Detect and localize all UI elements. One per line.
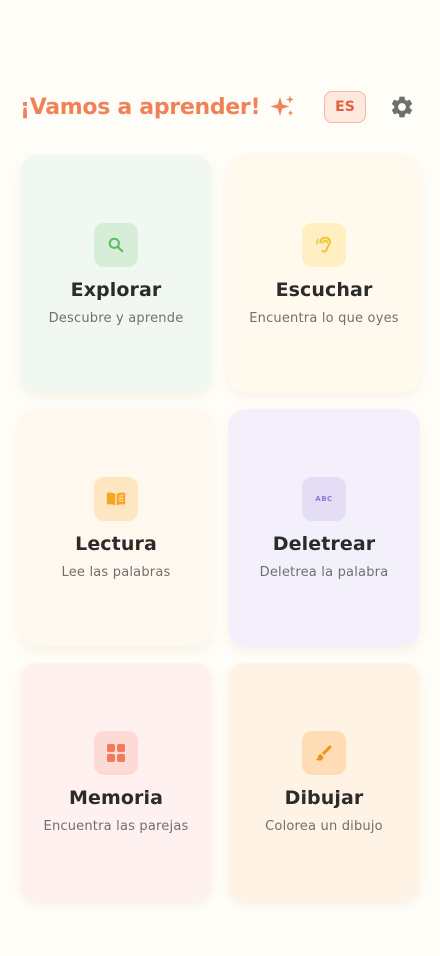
icon-tile: [94, 223, 138, 267]
gear-icon: [391, 96, 413, 118]
card-title: Escuchar: [275, 279, 373, 301]
search-icon: [108, 237, 124, 253]
card-title: Deletrear: [272, 533, 376, 555]
book-icon: [106, 492, 126, 506]
card-subtitle: Encuentra lo que oyes: [249, 311, 399, 326]
settings-button[interactable]: [388, 93, 416, 121]
card-subtitle: Lee las palabras: [61, 565, 171, 580]
language-label: ES: [335, 99, 355, 115]
card-title: Lectura: [75, 533, 157, 555]
language-button[interactable]: ES: [324, 91, 366, 123]
sparkles-icon: [270, 94, 296, 120]
card-subtitle: Deletrea la palabra: [259, 565, 389, 580]
card-subtitle: Descubre y aprende: [48, 311, 184, 326]
card-title: Dibujar: [284, 787, 364, 809]
icon-tile: [94, 731, 138, 775]
ear-icon: [315, 236, 331, 253]
grid-icon: [107, 744, 125, 762]
card-dibujar[interactable]: Dibujar Colorea un dibujo: [228, 663, 420, 901]
brush-icon: [316, 745, 332, 761]
card-subtitle: Encuentra las parejas: [43, 819, 189, 834]
card-title: Memoria: [68, 787, 164, 809]
card-subtitle: Colorea un dibujo: [265, 819, 383, 834]
card-explorar[interactable]: Explorar Descubre y aprende: [20, 155, 212, 393]
card-escuchar[interactable]: Escuchar Encuentra lo que oyes: [228, 155, 420, 393]
abc-icon: ABC: [315, 495, 333, 503]
icon-tile: [302, 223, 346, 267]
card-deletrear[interactable]: ABC Deletrear Deletrea la palabra: [228, 409, 420, 647]
icon-tile: [302, 731, 346, 775]
page-title: ¡Vamos a aprender!: [20, 94, 261, 120]
card-memoria[interactable]: Memoria Encuentra las parejas: [20, 663, 212, 901]
card-title: Explorar: [70, 279, 162, 301]
icon-tile: ABC: [302, 477, 346, 521]
activity-grid: Explorar Descubre y aprende Escuchar Enc…: [20, 155, 420, 901]
icon-tile: [94, 477, 138, 521]
header: ¡Vamos a aprender! ES: [20, 88, 416, 126]
card-lectura[interactable]: Lectura Lee las palabras: [20, 409, 212, 647]
